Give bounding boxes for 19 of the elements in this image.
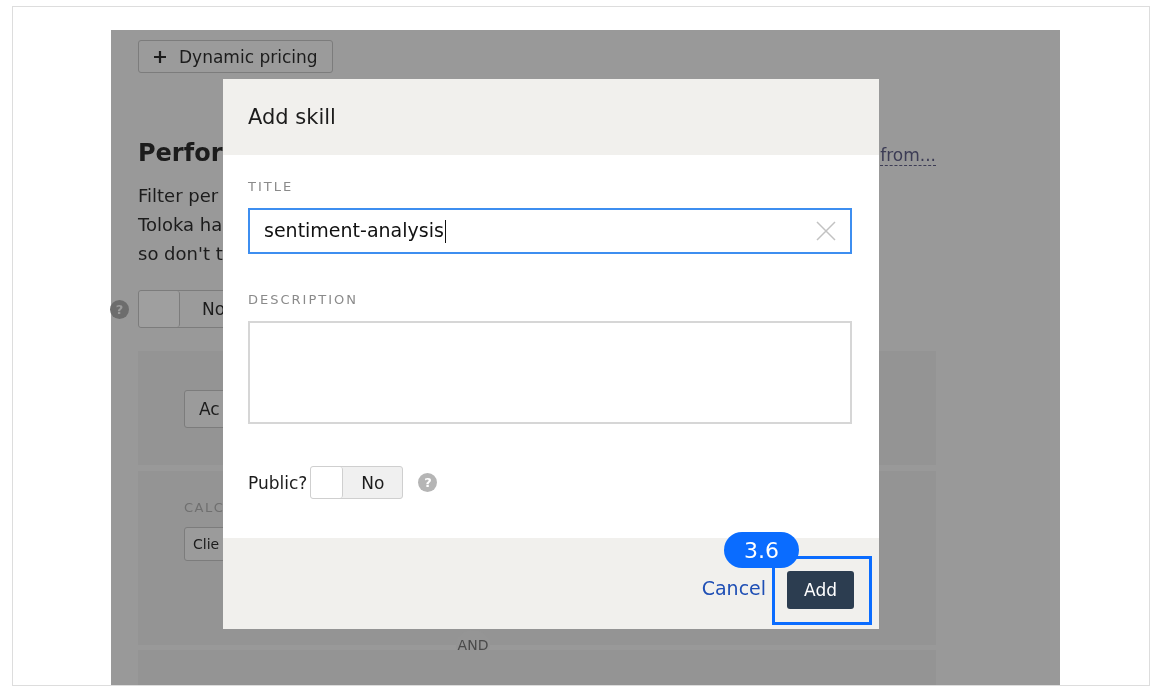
description-field[interactable] bbox=[248, 321, 852, 424]
button-label: Dynamic pricing bbox=[179, 46, 318, 67]
clear-icon[interactable] bbox=[816, 221, 836, 241]
title-field[interactable]: sentiment-analysis bbox=[248, 208, 852, 254]
cancel-link[interactable]: Cancel bbox=[701, 576, 767, 599]
public-label: Public? bbox=[248, 472, 308, 493]
section-heading: Perfor bbox=[138, 139, 223, 167]
step-badge: 3.6 bbox=[724, 532, 799, 568]
toggle-switch[interactable]: No bbox=[310, 466, 404, 499]
add-button[interactable]: Add bbox=[787, 571, 854, 609]
description-line: Filter per bbox=[138, 184, 219, 208]
plus-icon bbox=[153, 49, 167, 64]
dynamic-pricing-button[interactable]: Dynamic pricing bbox=[138, 40, 333, 73]
field-label: TITLE bbox=[248, 179, 295, 194]
field-label: DESCRIPTION bbox=[248, 292, 359, 307]
description-line: so don't t bbox=[138, 242, 223, 266]
heading-link[interactable]: from... bbox=[880, 145, 936, 166]
description-line: Toloka ha bbox=[138, 213, 223, 237]
dialog-title: Add skill bbox=[248, 105, 336, 129]
